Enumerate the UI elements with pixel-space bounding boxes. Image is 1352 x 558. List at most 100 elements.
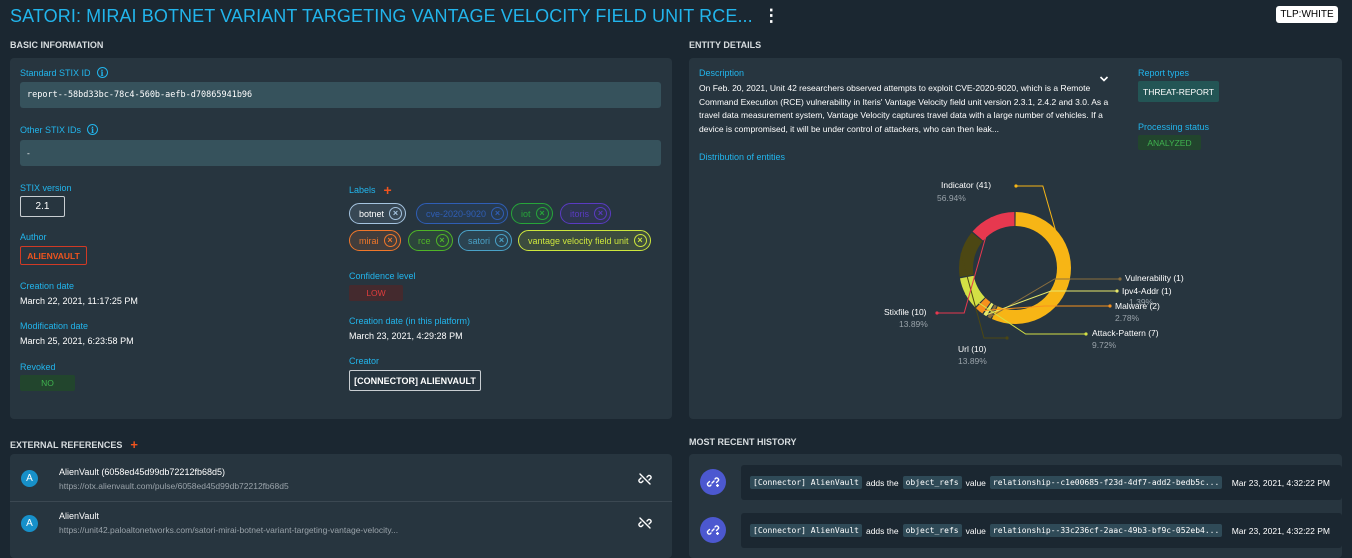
donut-slice[interactable] xyxy=(972,212,1015,241)
label-chip-text: itoris xyxy=(570,208,590,219)
history-date: Mar 23, 2021, 4:32:22 PM xyxy=(1231,477,1330,488)
history-value-word: value xyxy=(965,525,986,536)
history-entry: [Connector] AlienVault adds the object_r… xyxy=(741,465,1342,500)
leader-dot xyxy=(1115,289,1119,293)
stix-version-value: 2.1 xyxy=(20,196,65,217)
avatar: A xyxy=(21,514,38,532)
ref-url[interactable]: https://unit42.paloaltonetworks.com/sato… xyxy=(59,525,638,535)
label-chip-text: rce xyxy=(418,235,431,246)
leader-dot xyxy=(1108,304,1112,308)
leader-dot xyxy=(1118,277,1122,281)
report-types-label: Report types xyxy=(1138,68,1190,78)
other-ids-field[interactable]: - xyxy=(20,140,661,166)
author-badge[interactable]: ALIENVAULT xyxy=(20,246,87,265)
kebab-icon[interactable]: ⋮ xyxy=(763,6,780,26)
link-add-icon xyxy=(700,517,726,543)
tlp-badge[interactable]: TLP:WHITE xyxy=(1276,6,1338,23)
slice-percent: 13.89% xyxy=(958,356,987,366)
slice-label: Vulnerability (1) xyxy=(1125,273,1184,283)
history-actor: [Connector] AlienVault xyxy=(750,476,862,489)
chevron-down-icon[interactable] xyxy=(1099,71,1109,82)
creation-value: March 22, 2021, 11:17:25 PM xyxy=(20,296,138,306)
header: SATORI: MIRAI BOTNET VARIANT TARGETING V… xyxy=(10,4,780,28)
external-refs-title-text: EXTERNAL REFERENCES xyxy=(10,439,123,450)
label-chip[interactable]: botnet × xyxy=(349,203,407,224)
remove-label-icon[interactable]: × xyxy=(633,234,647,247)
remove-label-icon[interactable]: × xyxy=(389,207,403,220)
history-value: relationship--33c236cf-2aac-49b3-bf9c-05… xyxy=(989,524,1223,537)
remove-label-icon[interactable]: × xyxy=(495,234,509,247)
processing-badge: ANALYZED xyxy=(1138,135,1201,150)
modification-value: March 25, 2021, 6:23:58 PM xyxy=(20,336,134,346)
label-chip-text: mirai xyxy=(359,235,379,246)
remove-label-icon[interactable]: × xyxy=(535,207,549,220)
donut-slice[interactable] xyxy=(959,232,983,278)
remove-label-icon[interactable]: × xyxy=(594,207,608,220)
label-chip[interactable]: rce × xyxy=(408,230,453,251)
slice-label: Stixfile (10) xyxy=(884,307,927,317)
unlink-icon[interactable] xyxy=(638,472,652,486)
add-reference-icon[interactable]: + xyxy=(130,437,138,452)
label-chip-text: satori xyxy=(468,235,491,246)
leader-dot xyxy=(1014,184,1018,188)
label-chip[interactable]: iot × xyxy=(511,203,553,224)
info-icon[interactable]: i xyxy=(96,67,108,78)
revoked-badge: NO xyxy=(20,375,75,391)
leader-dot xyxy=(1005,336,1009,340)
revoked-label: Revoked xyxy=(20,362,56,372)
report-type-badge: THREAT-REPORT xyxy=(1138,81,1219,102)
link-add-icon xyxy=(700,469,726,495)
remove-label-icon[interactable]: × xyxy=(491,207,505,220)
slice-label: Attack-Pattern (7) xyxy=(1092,328,1159,338)
leader-dot xyxy=(1084,332,1088,336)
add-label-icon[interactable]: + xyxy=(384,182,392,198)
platform-date-label: Creation date (in this platform) xyxy=(349,316,471,326)
other-ids-label: Other STIX IDs i xyxy=(20,124,99,135)
unlink-icon[interactable] xyxy=(638,516,652,530)
history-adds: adds the xyxy=(865,525,899,536)
labels-label-text: Labels xyxy=(349,185,376,195)
slice-percent: 2.78% xyxy=(1115,313,1140,323)
donut-slice[interactable] xyxy=(959,275,985,308)
ref-title: AlienVault (6058ed45d99db72212fb68d5) xyxy=(59,466,225,477)
leader-dot xyxy=(935,311,939,315)
history-date: Mar 23, 2021, 4:32:22 PM xyxy=(1231,525,1330,536)
confidence-label: Confidence level xyxy=(349,271,416,281)
label-chip[interactable]: satori × xyxy=(458,230,513,251)
confidence-badge: LOW xyxy=(349,285,403,301)
history-value: relationship--c1e00685-f23d-4df7-add2-be… xyxy=(989,476,1223,489)
slice-label: Malware (2) xyxy=(1115,301,1160,311)
creator-badge[interactable]: [CONNECTOR] ALIENVAULT xyxy=(349,370,481,391)
history-field: object_refs xyxy=(902,476,962,489)
stix-id-label: Standard STIX ID i xyxy=(20,67,108,78)
platform-date-value: March 23, 2021, 4:29:28 PM xyxy=(349,331,463,341)
label-chip[interactable]: mirai × xyxy=(349,230,401,251)
stix-id-field[interactable]: report--58bd33bc-78c4-560b-aefb-d7086594… xyxy=(20,82,661,108)
label-chip-text: vantage velocity field unit xyxy=(528,235,629,246)
external-refs-title: EXTERNAL REFERENCES + xyxy=(10,437,138,452)
info-icon[interactable]: i xyxy=(87,124,99,135)
label-chip[interactable]: cve-2020-9020 × xyxy=(416,203,509,224)
entity-details-title: ENTITY DETAILS xyxy=(689,40,762,50)
stix-id-label-text: Standard STIX ID xyxy=(20,67,91,78)
slice-percent: 56.94% xyxy=(937,193,966,203)
label-chip[interactable]: vantage velocity field unit × xyxy=(518,230,651,251)
avatar: A xyxy=(21,470,38,487)
history-adds: adds the xyxy=(865,477,899,488)
slice-label: Indicator (41) xyxy=(941,180,992,190)
slice-label: Url (10) xyxy=(958,344,987,354)
creator-label: Creator xyxy=(349,356,380,366)
other-ids-label-text: Other STIX IDs xyxy=(20,124,82,135)
slice-label: Ipv4-Addr (1) xyxy=(1122,286,1172,296)
history-entry: [Connector] AlienVault adds the object_r… xyxy=(741,513,1342,548)
ref-url[interactable]: https://otx.alienvault.com/pulse/6058ed4… xyxy=(59,481,638,491)
author-label: Author xyxy=(20,232,47,242)
external-ref-row[interactable]: A AlienVault https://unit42.paloaltonetw… xyxy=(10,500,672,546)
label-chip[interactable]: itoris × xyxy=(560,203,612,224)
slice-percent: 9.72% xyxy=(1092,340,1117,350)
external-ref-row[interactable]: A AlienVault (6058ed45d99db72212fb68d5) … xyxy=(10,456,672,502)
history-value-word: value xyxy=(965,477,986,488)
remove-label-icon[interactable]: × xyxy=(383,234,397,247)
remove-label-icon[interactable]: × xyxy=(435,234,449,247)
stix-version-label: STIX version xyxy=(20,183,72,193)
